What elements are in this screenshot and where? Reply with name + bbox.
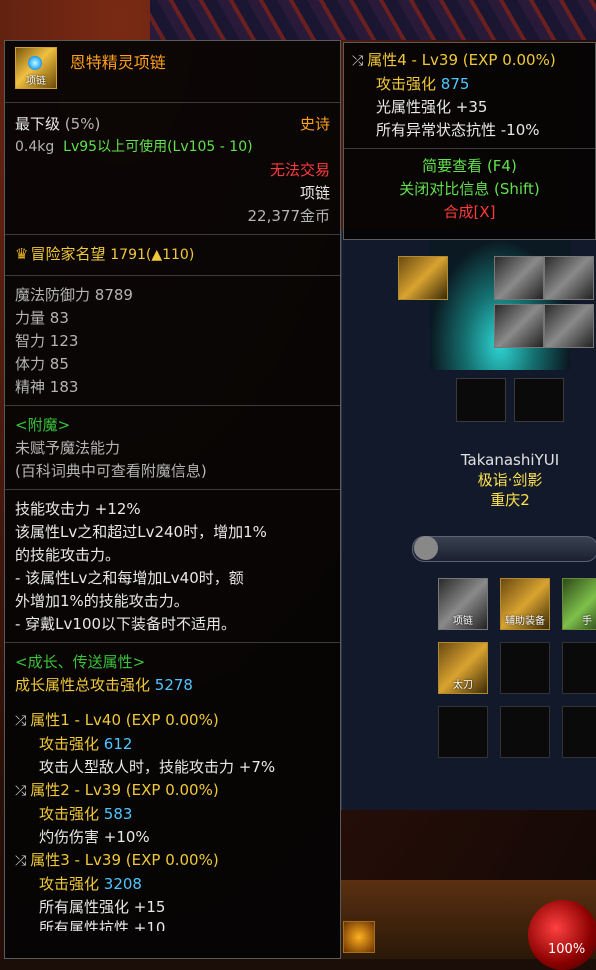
background-banner: [150, 0, 596, 40]
attr-title: 属性3 - Lv39 (EXP 0.00%): [30, 851, 219, 869]
enchant-title: <附魔>: [15, 416, 71, 434]
enchant-section: <附魔> 未赋予魔法能力 (百科词典中可查看附魔信息): [5, 406, 340, 490]
inventory-slot-necklace[interactable]: 项链: [438, 578, 488, 630]
item-weight: 0.4kg: [15, 139, 55, 155]
effect-line: 外增加1%的技能攻击力。: [15, 592, 189, 610]
item-rarity: 史诗: [299, 115, 330, 133]
empty-slot[interactable]: [456, 378, 506, 422]
brief-view-hint[interactable]: 简要查看 (F4): [352, 155, 587, 178]
close-compare-hint[interactable]: 关闭对比信息 (Shift): [352, 178, 587, 201]
stat-row: 精神 183: [15, 378, 79, 396]
inventory-slot-katana[interactable]: 太刀: [438, 642, 488, 694]
inventory-slot-empty[interactable]: [562, 706, 596, 758]
effect-line: 技能攻击力 +12%: [15, 500, 141, 518]
effect-section: 技能攻击力 +12% 该属性Lv之和超过Lv240时，增加1% 的技能攻击力。 …: [5, 490, 340, 643]
inventory-slot-hand[interactable]: 手: [562, 578, 596, 630]
fame-label: 冒险家名望: [30, 245, 106, 263]
empty-slot[interactable]: [514, 378, 564, 422]
item-trade: 无法交易: [269, 161, 330, 179]
inventory-slot-empty[interactable]: [500, 706, 550, 758]
character-info: TakanashiYUI 极诣·剑影 重庆2: [440, 450, 580, 510]
equip-slot-magicstone[interactable]: [544, 304, 594, 348]
synthesize-hint[interactable]: 合成[X]: [352, 201, 587, 224]
equip-slot-subequip[interactable]: [494, 304, 544, 348]
inventory-slot-empty[interactable]: [438, 706, 488, 758]
attr4-title: 属性4 - Lv39 (EXP 0.00%): [367, 51, 556, 69]
item-name: 恩特精灵项链: [69, 53, 166, 72]
effect-line: - 该属性Lv之和每增加Lv40时，额: [15, 569, 244, 587]
item-price: 22,377金币: [247, 207, 331, 225]
inventory-slot-support[interactable]: 辅助装备: [500, 578, 550, 630]
effect-line: - 穿戴Lv100以下装备时不适用。: [15, 615, 237, 633]
inventory-slot-empty[interactable]: [562, 642, 596, 694]
attr4-line: 所有异常状态抗性 -10%: [376, 121, 540, 139]
hp-orb-value: 100%: [548, 942, 586, 957]
shuffle-icon: ⤮: [352, 53, 364, 69]
attr-title: 属性1 - Lv40 (EXP 0.00%): [30, 711, 219, 729]
item-grade-pct: (5%): [64, 115, 101, 133]
item-tooltip: 项链 恩特精灵项链 最下级 (5%) 史诗 0.4kg Lv95以上可使用(Lv…: [4, 40, 341, 959]
inventory-scrollbar[interactable]: [412, 536, 596, 562]
fame-section: ♛ 冒险家名望 1791(▲110): [5, 235, 340, 276]
attr-extra: 灼伤伤害 +10%: [39, 828, 150, 846]
attr-title: 属性2 - Lv39 (EXP 0.00%): [30, 781, 219, 799]
skill-icon[interactable]: [343, 921, 375, 953]
equip-slot-bracelet[interactable]: [494, 256, 544, 300]
fame-value: 1791(▲110): [110, 247, 195, 263]
equip-slot-ring[interactable]: [544, 256, 594, 300]
item-level-req: Lv95以上可使用(Lv105 - 10): [63, 139, 253, 155]
item-basic-info: 最下级 (5%) 史诗 0.4kg Lv95以上可使用(Lv105 - 10) …: [5, 103, 340, 235]
character-name: TakanashiYUI: [460, 451, 560, 469]
item-type: 项链: [299, 184, 330, 202]
enchant-line: (百科词典中可查看附魔信息): [15, 462, 207, 480]
attr-extra: 所有属性强化 +15: [39, 898, 166, 916]
effect-line: 该属性Lv之和超过Lv240时，增加1%: [15, 523, 267, 541]
growth-section: <成长、传送属性> 成长属性总攻击强化 5278 ⤮ 属性1 - Lv40 (EX…: [5, 643, 340, 931]
equip-slot-shoes[interactable]: [398, 256, 448, 300]
stat-row: 魔法防御力 8789: [15, 286, 133, 304]
hp-orb: [528, 900, 596, 970]
item-tooltip-continued: ⤮ 属性4 - Lv39 (EXP 0.00%) 攻击强化 875 光属性强化 +…: [343, 42, 596, 240]
attr-extra: 攻击人型敌人时，技能攻击力 +7%: [39, 758, 276, 776]
inventory-scroll-handle[interactable]: [414, 536, 438, 560]
tooltip-header: 项链 恩特精灵项链: [5, 41, 340, 103]
item-grade: 最下级: [15, 115, 61, 133]
effect-line: 的技能攻击力。: [15, 546, 121, 564]
growth-total-label: 成长属性总攻击强化: [15, 676, 151, 694]
shuffle-icon: ⤮: [15, 853, 27, 869]
character-title: 极诣·剑影: [477, 471, 543, 489]
shuffle-icon: ⤮: [15, 783, 27, 799]
stat-row: 智力 123: [15, 332, 79, 350]
attr-extra-cutoff: 所有属性抗性 +10: [39, 919, 166, 931]
growth-title: <成长、传送属性>: [15, 653, 146, 671]
stats-section: 魔法防御力 8789 力量 83 智力 123 体力 85 精神 183: [5, 276, 340, 406]
stat-row: 力量 83: [15, 309, 69, 327]
growth-total-value: 5278: [154, 676, 193, 694]
inventory-slot-empty[interactable]: [500, 642, 550, 694]
fame-crown-icon: ♛: [15, 245, 29, 263]
stat-row: 体力 85: [15, 355, 69, 373]
necklace-icon: 项链: [15, 47, 57, 89]
enchant-line: 未赋予魔法能力: [15, 439, 121, 457]
character-server: 重庆2: [490, 491, 530, 509]
attr4-line: 光属性强化 +35: [376, 98, 488, 116]
shuffle-icon: ⤮: [15, 713, 27, 729]
